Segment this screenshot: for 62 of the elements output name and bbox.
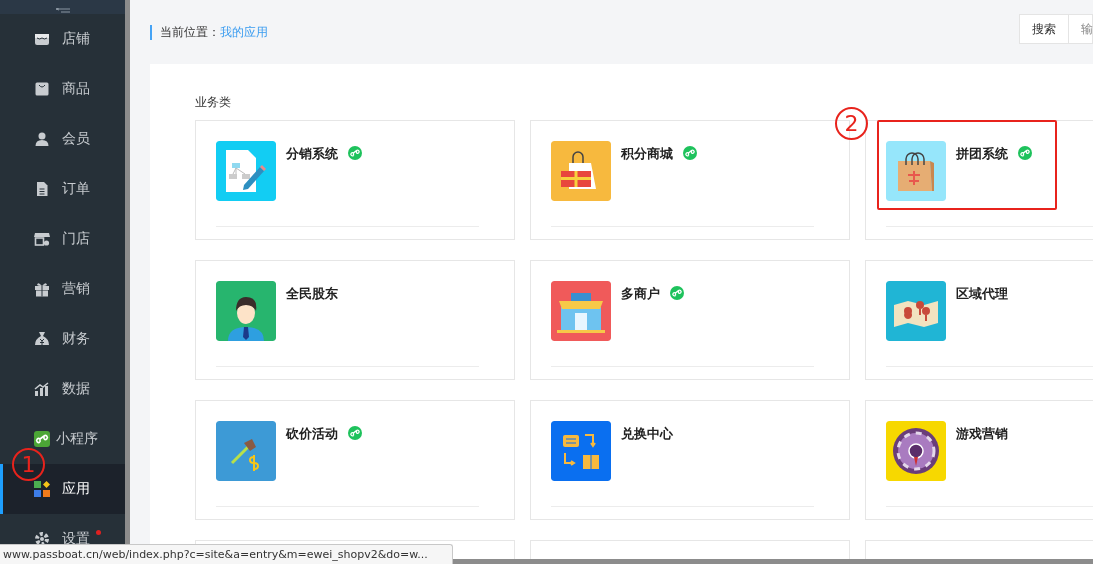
document-icon [34, 181, 50, 197]
app-title: 分销系统 [286, 145, 338, 163]
app-card[interactable]: 多商户 [530, 260, 850, 380]
sidebar-label: 店铺 [62, 30, 90, 48]
document-pencil-icon [216, 141, 276, 201]
sidebar-item[interactable]: 会员 [0, 114, 125, 164]
sidebar-item[interactable]: 商品 [0, 64, 125, 114]
sidebar-label: 财务 [62, 330, 90, 348]
app-title: 积分商城 [621, 145, 673, 163]
exchange-icon [551, 421, 611, 481]
store-icon [34, 231, 50, 247]
apps-icon [34, 481, 50, 497]
app-title: 拼团系统 [956, 145, 1008, 163]
sidebar-item[interactable]: 门店 [0, 214, 125, 264]
app-card[interactable]: 区域代理 [865, 260, 1093, 380]
axe-icon [216, 421, 276, 481]
app-title: 游戏营销 [956, 425, 1008, 443]
money-bag-icon [34, 331, 50, 347]
mini-program-icon [34, 431, 50, 447]
app-title: 全民股东 [286, 285, 338, 303]
sidebar-label: 会员 [62, 130, 90, 148]
url-tooltip: www.passboat.cn/web/index.php?c=site&a=entry&m=ewei_shopv2&do=w... [0, 544, 453, 564]
app-title: 砍价活动 [286, 425, 338, 443]
prize-wheel-icon [886, 421, 946, 481]
bag-icon [34, 81, 50, 97]
app-title: 兑换中心 [621, 425, 673, 443]
section-title: 业务类 [195, 94, 232, 111]
sidebar-label: 商品 [62, 80, 90, 98]
user-icon [34, 131, 50, 147]
toolbar-button[interactable]: 搜索 [1019, 14, 1069, 44]
app-card[interactable]: 兑换中心 [530, 400, 850, 520]
step-marker: 1 [12, 448, 45, 481]
breadcrumb-label: 当前位置： [160, 24, 220, 40]
app-title: 区域代理 [956, 285, 1008, 303]
person-icon [216, 281, 276, 341]
shopping-bag-icon [886, 141, 946, 201]
chart-icon [34, 381, 50, 397]
sidebar-label: 订单 [62, 180, 90, 198]
sidebar-item[interactable]: 店铺 [0, 14, 125, 64]
collapse-icon[interactable] [55, 8, 70, 14]
app-card[interactable]: 全民股东 [195, 260, 515, 380]
map-pins-icon [886, 281, 946, 341]
sidebar-label: 小程序 [56, 430, 98, 448]
gift-icon [34, 281, 50, 297]
storefront-icon [551, 281, 611, 341]
sidebar-label: 营销 [62, 280, 90, 298]
app-card[interactable]: 拼团系统 [865, 120, 1093, 240]
app-card[interactable]: 游戏营销 [865, 400, 1093, 520]
sidebar-label: 应用 [62, 480, 90, 498]
app-title: 多商户 [621, 285, 660, 303]
app-card[interactable]: 砍价活动 [195, 400, 515, 520]
gift-bag-icon [551, 141, 611, 201]
sidebar-item[interactable]: 订单 [0, 164, 125, 214]
step-marker: 2 [835, 107, 868, 140]
toolbar-button[interactable]: 输 [1069, 14, 1093, 44]
sidebar-item[interactable]: 财务 [0, 314, 125, 364]
app-card[interactable]: 分销系统 [195, 120, 515, 240]
sidebar-label: 门店 [62, 230, 90, 248]
shop-icon [34, 31, 50, 47]
sidebar-label: 数据 [62, 380, 90, 398]
sidebar-item[interactable]: 营销 [0, 264, 125, 314]
sidebar-item[interactable]: 数据 [0, 364, 125, 414]
